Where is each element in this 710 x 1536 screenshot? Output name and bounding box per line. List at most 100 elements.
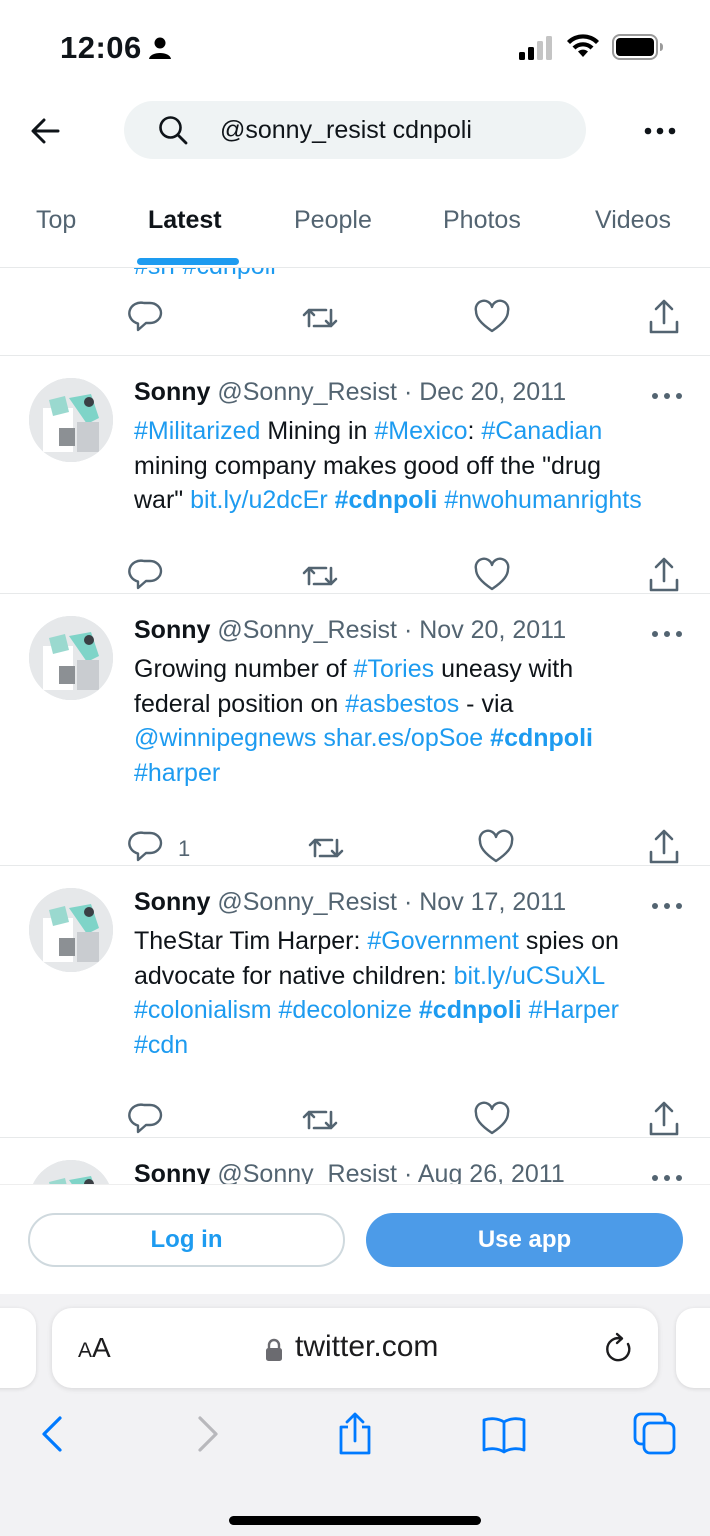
tweet-text-line: #harper xyxy=(134,756,694,791)
like-button-icon[interactable] xyxy=(472,1100,512,1140)
tweet-more-icon[interactable] xyxy=(650,1168,684,1184)
share-button-icon[interactable] xyxy=(644,556,684,596)
search-icon xyxy=(159,116,188,145)
share-button-icon[interactable] xyxy=(644,1100,684,1140)
tweet-link[interactable]: #decolonize xyxy=(279,996,412,1024)
avatar[interactable] xyxy=(29,1160,113,1184)
browser-back-icon[interactable] xyxy=(32,1412,76,1456)
author-handle[interactable]: @Sonny_Resist xyxy=(217,888,397,916)
tweet-header: Sonny @Sonny_Resist · Nov 20, 2011 xyxy=(134,616,566,645)
retweet-button-icon[interactable] xyxy=(300,556,340,596)
login-button[interactable]: Log in xyxy=(28,1213,345,1267)
tweet-date[interactable]: Nov 20, 2011 xyxy=(419,616,566,644)
tab-latest[interactable]: Latest xyxy=(148,206,222,235)
tab-top[interactable]: Top xyxy=(36,206,76,235)
tweet-link[interactable]: #harper xyxy=(134,759,220,787)
use-app-button[interactable]: Use app xyxy=(366,1213,683,1267)
tweet-date[interactable]: Nov 17, 2011 xyxy=(419,888,566,916)
partial-tweet-actions xyxy=(0,298,710,338)
retweet-button-icon[interactable] xyxy=(306,828,346,868)
address-bar[interactable]: AA twitter.com xyxy=(52,1308,658,1388)
tweet-date[interactable]: Aug 26, 2011 xyxy=(418,1160,565,1184)
share-button-icon[interactable] xyxy=(644,298,684,338)
separator-dot: · xyxy=(403,1160,413,1184)
back-arrow-icon[interactable] xyxy=(28,114,62,148)
tweet-link[interactable]: @winnipegnews xyxy=(134,724,316,752)
tab-photos[interactable]: Photos xyxy=(443,206,521,235)
browser-share-icon[interactable] xyxy=(333,1412,377,1456)
reply-button-icon[interactable] xyxy=(128,828,168,868)
more-horizontal-icon[interactable] xyxy=(642,118,678,144)
author-handle[interactable]: @Sonny_Resist xyxy=(217,616,397,644)
like-button-icon[interactable] xyxy=(472,556,512,596)
tweet-link[interactable]: #Tories xyxy=(354,655,435,683)
tweet-link[interactable]: #Canadian xyxy=(481,417,602,445)
tweet-link[interactable]: #Government xyxy=(367,927,518,955)
tabs-icon[interactable] xyxy=(633,1412,677,1456)
tweet-link[interactable]: bit.ly/uCSuXL xyxy=(454,962,605,990)
tweet[interactable]: Sonny @Sonny_Resist · Nov 17, 2011 TheSta… xyxy=(0,866,710,1138)
browser-forward-icon[interactable] xyxy=(184,1412,228,1456)
tweet-link[interactable]: #asbestos xyxy=(345,690,459,718)
status-time: 12:06 xyxy=(60,30,142,65)
share-button-icon[interactable] xyxy=(644,828,684,868)
author-name[interactable]: Sonny xyxy=(134,616,210,644)
tweet-more-icon[interactable] xyxy=(650,386,684,406)
separator-dot: · xyxy=(403,378,413,406)
next-tab-peek[interactable] xyxy=(676,1308,710,1388)
reply-button-icon[interactable] xyxy=(128,1100,168,1140)
tweet-link[interactable]: #Harper xyxy=(529,996,619,1024)
tweet[interactable]: Sonny @Sonny_Resist · Nov 20, 2011 Growin… xyxy=(0,594,710,866)
tweet-link[interactable]: #Militarized xyxy=(134,417,260,445)
tweet-link[interactable]: #cdnpoli xyxy=(490,724,593,752)
author-name[interactable]: Sonny xyxy=(134,888,210,916)
like-button-icon[interactable] xyxy=(472,298,512,338)
tweet-text-segment: Mining in xyxy=(260,417,375,445)
tweet-link[interactable]: #cdnpoli xyxy=(335,486,438,514)
tweet-text-segment xyxy=(412,996,419,1024)
tweet-header: Sonny @Sonny_Resist · Dec 20, 2011 xyxy=(134,378,566,407)
author-handle[interactable]: @Sonny_Resist xyxy=(217,378,397,406)
tweet-date[interactable]: Dec 20, 2011 xyxy=(419,378,566,406)
cellular-signal-icon xyxy=(519,36,552,60)
partial-tweet[interactable]: #srf #cdnpoli xyxy=(0,268,710,356)
tweet-link[interactable]: #cdn xyxy=(134,1031,188,1059)
retweet-button-icon[interactable] xyxy=(300,1100,340,1140)
previous-tab-peek[interactable] xyxy=(0,1308,36,1388)
tweet-link[interactable]: bit.ly/u2dcEr xyxy=(190,486,328,514)
avatar[interactable] xyxy=(29,378,113,462)
author-handle[interactable]: @Sonny_Resist xyxy=(217,1160,397,1184)
status-bar: 12:06 xyxy=(0,0,710,92)
reply-button-icon[interactable] xyxy=(128,556,168,596)
tweet-link[interactable]: #colonialism xyxy=(134,996,272,1024)
like-button-icon[interactable] xyxy=(476,828,516,868)
tweet-link[interactable]: #nwohumanrights xyxy=(444,486,641,514)
tab-videos[interactable]: Videos xyxy=(595,206,671,235)
author-name[interactable]: Sonny xyxy=(134,1160,210,1184)
tab-people[interactable]: People xyxy=(294,206,372,235)
reply-button-icon[interactable] xyxy=(128,298,168,338)
tweet-text-line: TheStar Tim Harper: #Government spies on xyxy=(134,924,694,959)
tweet[interactable]: Sonny @Sonny_Resist · Aug 26, 2011 xyxy=(0,1138,710,1184)
reload-icon[interactable] xyxy=(604,1332,634,1364)
avatar[interactable] xyxy=(29,616,113,700)
tweet-text: TheStar Tim Harper: #Government spies on… xyxy=(134,924,694,1062)
retweet-button-icon[interactable] xyxy=(300,298,340,338)
browser-chrome: AA twitter.com xyxy=(0,1294,710,1536)
reader-text-size-button[interactable]: AA xyxy=(78,1332,111,1364)
author-name[interactable]: Sonny xyxy=(134,378,210,406)
tweet-more-icon[interactable] xyxy=(650,896,684,916)
tweet-text-line: Growing number of #Tories uneasy with xyxy=(134,652,694,687)
tweet[interactable]: Sonny @Sonny_Resist · Dec 20, 2011 #Milit… xyxy=(0,356,710,594)
tweet-link[interactable]: #Mexico xyxy=(374,417,467,445)
search-input[interactable]: @sonny_resist cdnpoli xyxy=(124,101,586,159)
tweet-link[interactable]: #cdnpoli xyxy=(419,996,522,1024)
avatar[interactable] xyxy=(29,888,113,972)
tweet-text-line: mining company makes good off the "drug xyxy=(134,449,694,484)
bookmarks-icon[interactable] xyxy=(482,1412,526,1456)
tweet-link[interactable]: shar.es/opSoe xyxy=(323,724,483,752)
tweet-more-icon[interactable] xyxy=(650,624,684,644)
aa-small-letter: A xyxy=(78,1339,93,1362)
aa-large-letter: A xyxy=(92,1332,111,1363)
tweet-feed[interactable]: #srf #cdnpoli Sonny @Sonny_Resist · Dec … xyxy=(0,268,710,1184)
